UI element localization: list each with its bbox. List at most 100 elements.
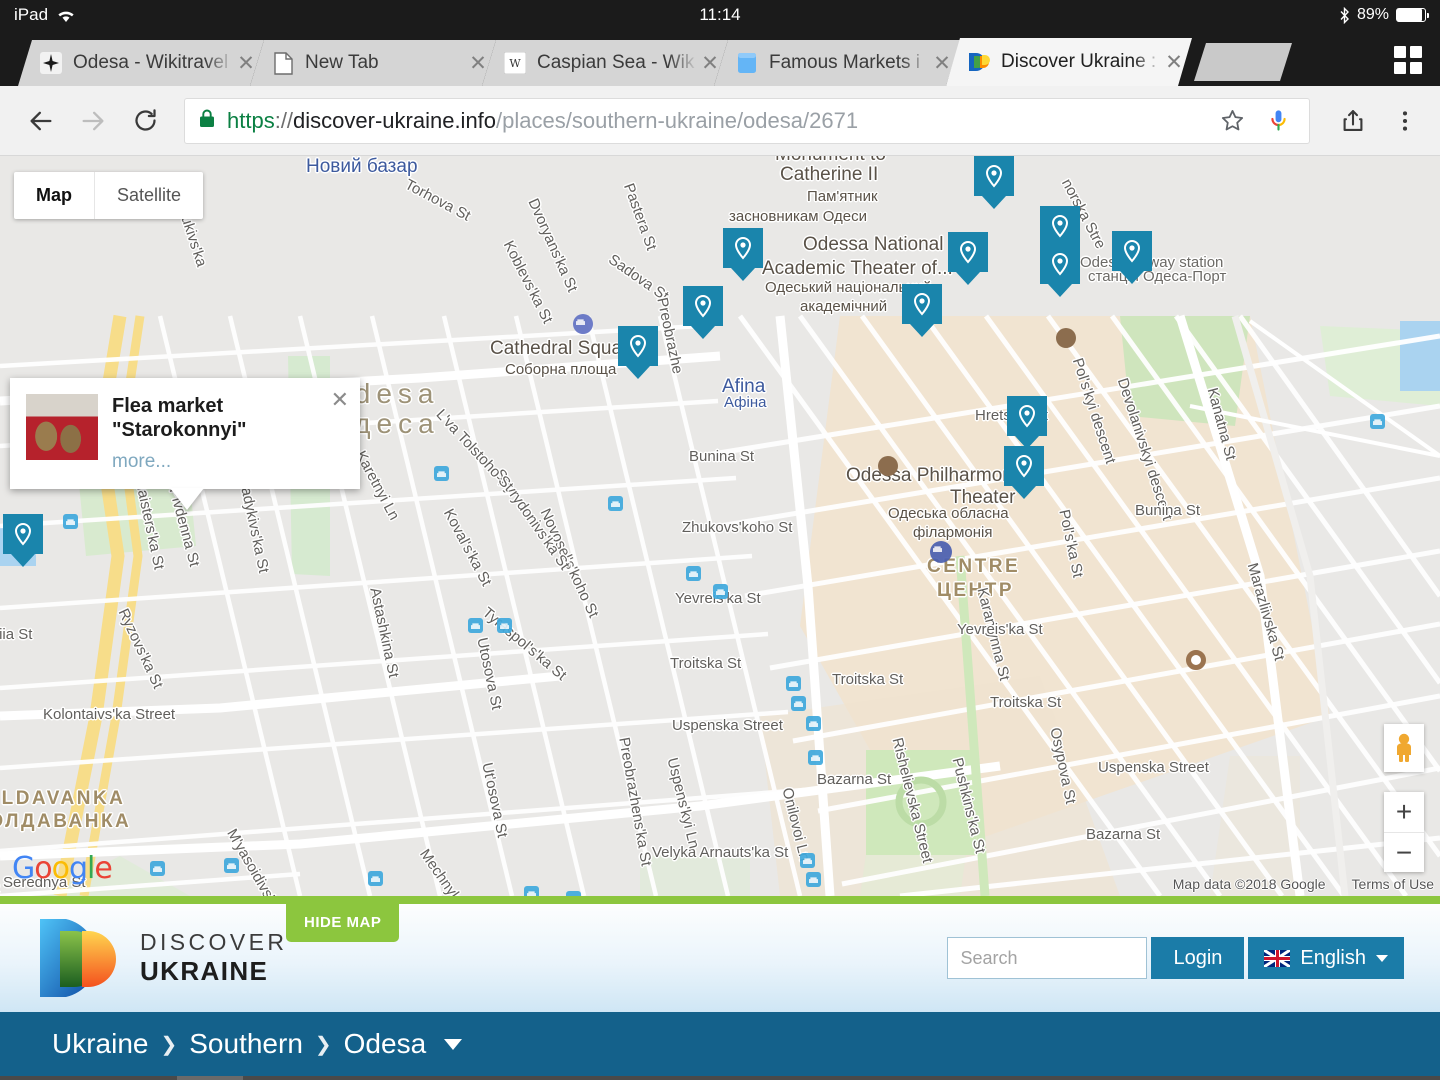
- map-place-marker[interactable]: [902, 284, 942, 337]
- shopping-poi-icon[interactable]: [930, 541, 952, 563]
- map-place-marker[interactable]: [618, 326, 658, 379]
- browser-tab[interactable]: Famous Markets i ✕: [714, 40, 960, 86]
- url-host: discover-ukraine.info: [293, 107, 497, 133]
- theater-poi-icon[interactable]: [1186, 650, 1206, 670]
- transit-stop-icon[interactable]: [800, 853, 815, 868]
- train-station-icon[interactable]: [1370, 414, 1385, 429]
- dock-location-icon[interactable]: [404, 1076, 470, 1080]
- map-place-marker[interactable]: [723, 228, 763, 281]
- browser-tab[interactable]: Discover Ukraine : ✕: [946, 38, 1192, 86]
- transit-stop-icon[interactable]: [806, 872, 821, 887]
- transit-stop-icon[interactable]: [224, 858, 239, 873]
- address-bar[interactable]: https://discover-ukraine.info/places/sou…: [184, 97, 1310, 144]
- browser-tab[interactable]: New Tab ✕: [250, 40, 496, 86]
- back-arrow-icon[interactable]: [18, 98, 64, 144]
- dock-search-icon[interactable]: [176, 1076, 243, 1080]
- map-place-marker[interactable]: [1007, 396, 1047, 449]
- transit-stop-icon[interactable]: [808, 750, 823, 765]
- site-search[interactable]: [947, 937, 1212, 979]
- map-place-marker[interactable]: [683, 286, 723, 339]
- browser-tab-title: Discover Ukraine :: [1001, 51, 1157, 72]
- dock-bookmark-icon[interactable]: [290, 1076, 356, 1080]
- transit-stop-icon[interactable]: [150, 861, 165, 876]
- dock-window-icon[interactable]: [1084, 1076, 1150, 1080]
- monument-poi-icon[interactable]: [878, 456, 898, 476]
- google-map[interactable]: Map Satellite Новий базарDyukivs'ka StDy…: [0, 156, 1440, 896]
- language-label: English: [1300, 946, 1366, 969]
- transit-stop-icon[interactable]: [608, 496, 623, 511]
- tabs-container: Odesa - Wikitravel ✕ New Tab ✕ W Caspian Sea …: [0, 30, 1178, 86]
- tab-close-icon[interactable]: ✕: [698, 51, 722, 75]
- place-info-window[interactable]: Flea market "Starokonnyi" more... ✕: [10, 378, 360, 489]
- dock-calendar-icon[interactable]: [744, 1076, 810, 1080]
- microphone-icon[interactable]: [1261, 104, 1295, 138]
- transit-stop-icon[interactable]: [786, 676, 801, 691]
- ios-status-bar: iPad 11:14 89%: [0, 0, 1440, 30]
- transit-stop-icon[interactable]: [497, 618, 512, 633]
- wikipedia-icon: W: [504, 52, 526, 74]
- zoom-in-button[interactable]: +: [1384, 792, 1424, 832]
- map-place-marker[interactable]: [3, 514, 43, 567]
- dock-home-icon[interactable]: [64, 1076, 130, 1080]
- address-bar-url: https://discover-ukraine.info/places/sou…: [227, 108, 1203, 134]
- transit-stop-icon[interactable]: [566, 891, 581, 896]
- map-place-marker[interactable]: [1004, 446, 1044, 499]
- place-more-link[interactable]: more...: [112, 451, 247, 473]
- transit-stop-icon[interactable]: [468, 618, 483, 633]
- transit-stop-icon[interactable]: [713, 584, 728, 599]
- dock-chart-icon[interactable]: [970, 1076, 1036, 1080]
- map-type-switcher[interactable]: Map Satellite: [14, 172, 204, 219]
- status-bar-left: iPad: [14, 5, 76, 25]
- breadcrumb-chevron-down-icon[interactable]: [444, 1038, 463, 1050]
- reload-icon[interactable]: [122, 98, 168, 144]
- tab-close-icon[interactable]: ✕: [234, 51, 258, 75]
- tab-close-icon[interactable]: ✕: [1162, 50, 1186, 74]
- site-brand[interactable]: DISCOVER UKRAINE: [36, 915, 287, 1001]
- breadcrumb-item-odesa[interactable]: Odesa: [344, 1028, 427, 1060]
- map-place-marker[interactable]: [974, 156, 1014, 209]
- map-attribution: Map data ©2018 Google Terms of Use: [1173, 876, 1434, 892]
- pegman-icon[interactable]: [1384, 724, 1424, 772]
- dock-book-icon[interactable]: [1310, 1076, 1376, 1080]
- login-button[interactable]: Login: [1151, 937, 1245, 979]
- map-place-marker[interactable]: [1040, 244, 1080, 297]
- browser-tab[interactable]: Odesa - Wikitravel ✕: [18, 40, 264, 86]
- new-tab-button[interactable]: [1194, 43, 1292, 81]
- dock-edit-icon[interactable]: [1197, 1076, 1263, 1080]
- map-type-map[interactable]: Map: [14, 172, 94, 219]
- transit-stop-icon[interactable]: [806, 716, 821, 731]
- terms-of-use-link[interactable]: Terms of Use: [1352, 876, 1434, 892]
- breadcrumb-item-ukraine[interactable]: Ukraine: [52, 1028, 148, 1060]
- zoom-out-button[interactable]: −: [1384, 832, 1424, 872]
- map-place-marker[interactable]: [948, 232, 988, 285]
- hide-map-button[interactable]: HIDE MAP: [286, 904, 400, 942]
- dock-refresh-icon[interactable]: [630, 1076, 696, 1080]
- tab-close-icon[interactable]: ✕: [466, 51, 490, 75]
- transit-stop-icon[interactable]: [686, 566, 701, 581]
- tab-overview-grid-icon[interactable]: [1394, 46, 1422, 74]
- transit-stop-icon[interactable]: [791, 696, 806, 711]
- monument-poi-icon[interactable]: [1056, 328, 1076, 348]
- brand-wordmark: DISCOVER UKRAINE: [140, 929, 287, 987]
- transit-stop-icon[interactable]: [63, 514, 78, 529]
- place-title-line1: Flea market: [112, 395, 224, 417]
- breadcrumb-separator: ❯: [160, 1033, 178, 1056]
- dock-clock-icon[interactable]: [857, 1076, 923, 1080]
- browser-tab[interactable]: W Caspian Sea - Wik ✕: [482, 40, 728, 86]
- more-vertical-icon[interactable]: [1388, 104, 1422, 138]
- transit-stop-icon[interactable]: [368, 871, 383, 886]
- map-place-marker[interactable]: [1112, 231, 1152, 284]
- breadcrumb-item-southern[interactable]: Southern: [189, 1028, 303, 1060]
- language-selector[interactable]: English: [1248, 937, 1404, 979]
- transit-stop-icon[interactable]: [524, 886, 539, 896]
- star-icon[interactable]: [1215, 104, 1249, 138]
- info-window-close-icon[interactable]: ✕: [331, 389, 349, 411]
- map-type-satellite[interactable]: Satellite: [94, 172, 203, 219]
- dock-equalizer-icon[interactable]: [517, 1076, 583, 1080]
- url-scheme: https: [227, 107, 275, 133]
- blank-page-icon: [272, 52, 294, 74]
- transit-stop-icon[interactable]: [434, 466, 449, 481]
- map-zoom-controls[interactable]: + −: [1384, 792, 1424, 872]
- market-poi-icon[interactable]: [573, 314, 593, 334]
- share-icon[interactable]: [1336, 104, 1370, 138]
